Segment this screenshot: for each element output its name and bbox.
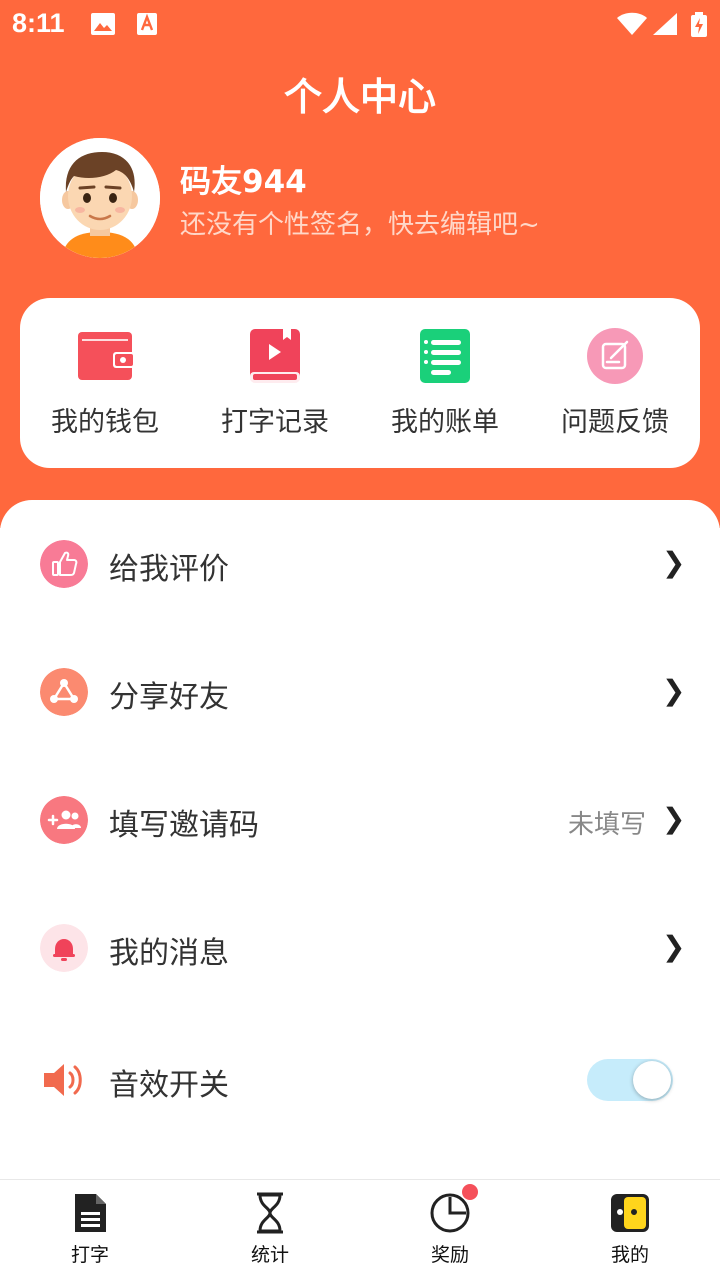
- page-title: 个人中心: [283, 75, 436, 119]
- chevron-right-icon: ❯: [662, 674, 686, 707]
- face-icon: [611, 1194, 649, 1232]
- sound-toggle[interactable]: [587, 1059, 673, 1101]
- tab-mine[interactable]: 我的: [540, 1180, 720, 1280]
- avatar[interactable]: [40, 138, 160, 258]
- app-notification-icon: [137, 13, 157, 35]
- toggle-knob: [633, 1061, 671, 1099]
- wifi-icon: [617, 12, 647, 35]
- signal-icon: [653, 13, 677, 35]
- rewards-badge: [462, 1184, 478, 1200]
- username: 码友944: [180, 164, 307, 200]
- tab-statistics[interactable]: 统计: [180, 1180, 360, 1280]
- invite-code-status: 未填写: [567, 810, 646, 840]
- quick-action-typing-record[interactable]: 打字记录: [190, 298, 360, 468]
- quick-action-feedback[interactable]: 问题反馈: [530, 298, 700, 468]
- menu-item-label: 填写邀请码: [109, 808, 259, 843]
- bottom-tab-bar: 打字 统计 奖励 我的: [0, 1179, 720, 1280]
- tab-label: 打字: [70, 1244, 109, 1266]
- menu-item-label: 我的消息: [109, 936, 229, 971]
- pie-clock-icon: [430, 1193, 470, 1233]
- quick-action-label: 打字记录: [221, 407, 329, 438]
- bell-icon: [40, 924, 88, 972]
- menu-item-label: 音效开关: [109, 1068, 229, 1103]
- signature[interactable]: 还没有个性签名，快去编辑吧~: [180, 204, 540, 241]
- status-time: 8:11: [12, 8, 65, 38]
- quick-actions-card: 我的钱包 打字记录 我的账单 问题反馈: [20, 298, 700, 468]
- status-bar: 8:11: [0, 0, 720, 48]
- invite-icon: [40, 796, 88, 844]
- tab-label: 我的: [610, 1244, 649, 1266]
- thumbs-up-icon: [40, 540, 88, 588]
- chevron-right-icon: ❯: [662, 546, 686, 579]
- menu-item-share[interactable]: 分享好友 ❯: [0, 642, 720, 742]
- battery-icon: [691, 12, 707, 37]
- menu-item-messages[interactable]: 我的消息 ❯: [0, 898, 720, 998]
- gallery-icon: [91, 13, 115, 35]
- chevron-right-icon: ❯: [662, 930, 686, 963]
- quick-action-bill[interactable]: 我的账单: [360, 298, 530, 468]
- tab-rewards[interactable]: 奖励: [360, 1180, 540, 1280]
- menu-item-label: 分享好友: [109, 680, 229, 715]
- quick-action-wallet[interactable]: 我的钱包: [20, 298, 190, 468]
- share-icon: [40, 668, 88, 716]
- quick-action-label: 问题反馈: [561, 407, 669, 438]
- document-icon: [75, 1194, 106, 1232]
- typing-record-icon: [250, 329, 300, 383]
- avatar-icon: [40, 138, 160, 258]
- tab-label: 奖励: [430, 1244, 469, 1266]
- wallet-icon: [78, 332, 133, 380]
- menu-item-label: 给我评价: [109, 552, 229, 587]
- speaker-icon: [44, 1064, 82, 1096]
- quick-action-label: 我的钱包: [51, 407, 159, 438]
- feedback-icon: [587, 328, 643, 384]
- menu-item-rate[interactable]: 给我评价 ❯: [0, 514, 720, 614]
- tab-typing[interactable]: 打字: [0, 1180, 180, 1280]
- hourglass-icon: [257, 1192, 283, 1234]
- bill-icon: [420, 329, 470, 383]
- tab-label: 统计: [250, 1244, 289, 1266]
- chevron-right-icon: ❯: [662, 802, 686, 835]
- quick-action-label: 我的账单: [391, 407, 499, 438]
- menu-item-invite-code[interactable]: 填写邀请码 未填写 ❯: [0, 770, 720, 870]
